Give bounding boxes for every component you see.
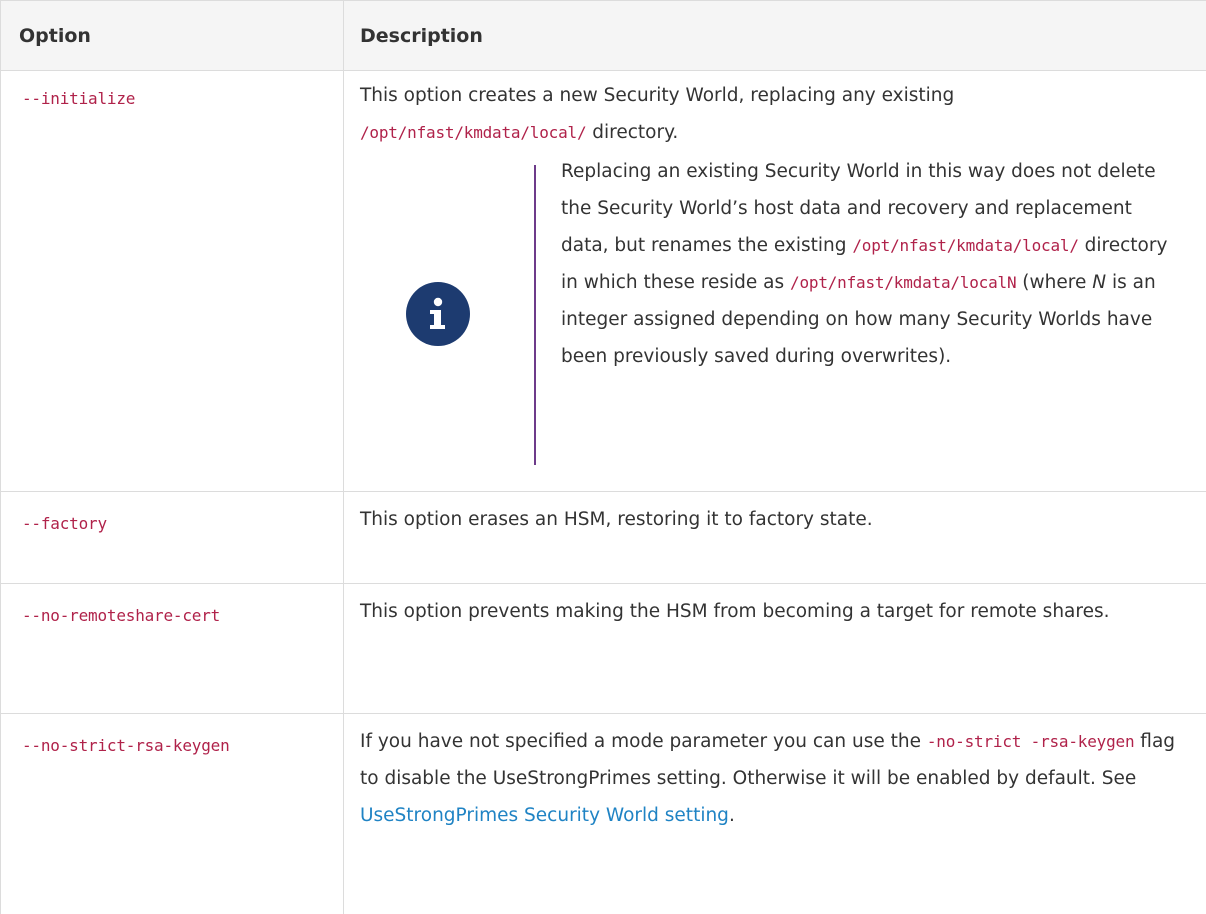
options-table: Option Description --initialize This opt… bbox=[0, 0, 1206, 914]
option-name: --initialize bbox=[22, 89, 135, 108]
description-fragment: directory. bbox=[586, 122, 678, 143]
description-fragment: This option creates a new Security World… bbox=[360, 85, 954, 106]
option-name: --no-strict-rsa-keygen bbox=[22, 736, 230, 755]
description-cell: This option creates a new Security World… bbox=[344, 71, 1206, 492]
table-row: --factory This option erases an HSM, res… bbox=[1, 492, 1206, 584]
description-cell: This option prevents making the HSM from… bbox=[344, 584, 1206, 714]
description-cell: This option erases an HSM, restoring it … bbox=[344, 492, 1206, 584]
description-cell: If you have not specified a mode paramet… bbox=[344, 714, 1206, 914]
table-row: --initialize This option creates a new S… bbox=[1, 71, 1206, 492]
description-fragment: . bbox=[729, 805, 735, 826]
note-bar bbox=[534, 165, 536, 465]
usestrongprimes-link[interactable]: UseStrongPrimes Security World setting bbox=[360, 805, 729, 826]
option-name: --factory bbox=[22, 514, 107, 533]
column-header-option: Option bbox=[1, 1, 344, 71]
table-header-row: Option Description bbox=[1, 1, 1206, 71]
description-text: This option prevents making the HSM from… bbox=[360, 593, 1199, 630]
info-icon bbox=[406, 282, 470, 346]
option-name: --no-remoteshare-cert bbox=[22, 606, 220, 625]
info-note: Replacing an existing Security World in … bbox=[360, 165, 1199, 465]
inline-code: -no-strict -rsa-keygen bbox=[927, 732, 1135, 751]
info-glyph bbox=[425, 297, 451, 331]
inline-code: /opt/nfast/kmdata/local/ bbox=[360, 123, 586, 142]
option-cell: --factory bbox=[1, 492, 344, 584]
description-text: If you have not specified a mode paramet… bbox=[360, 723, 1199, 834]
note-text: Replacing an existing Security World in … bbox=[561, 153, 1181, 375]
table-row: --no-strict-rsa-keygen If you have not s… bbox=[1, 714, 1206, 914]
option-cell: --no-strict-rsa-keygen bbox=[1, 714, 344, 914]
inline-code: /opt/nfast/kmdata/local/ bbox=[852, 236, 1078, 255]
table-row: --no-remoteshare-cert This option preven… bbox=[1, 584, 1206, 714]
description-fragment: If you have not specified a mode paramet… bbox=[360, 731, 927, 752]
option-cell: --no-remoteshare-cert bbox=[1, 584, 344, 714]
option-cell: --initialize bbox=[1, 71, 344, 492]
note-fragment: (where bbox=[1016, 272, 1092, 293]
inline-code: /opt/nfast/kmdata/localN bbox=[790, 273, 1016, 292]
description-text: This option creates a new Security World… bbox=[360, 77, 1199, 151]
column-header-description: Description bbox=[344, 1, 1206, 71]
description-text: This option erases an HSM, restoring it … bbox=[360, 501, 1199, 538]
note-italic: N bbox=[1092, 272, 1106, 293]
